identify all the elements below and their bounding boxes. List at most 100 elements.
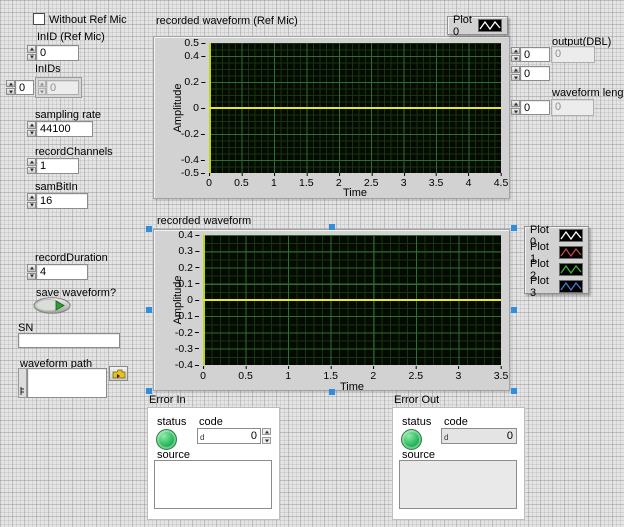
without-ref-mic-checkbox[interactable] <box>33 13 45 25</box>
selection-handle[interactable] <box>329 224 335 230</box>
inids-index-field[interactable]: 0 <box>15 80 34 95</box>
waveform-length-element-field: 0 <box>551 99 594 116</box>
graph2-plot-area[interactable] <box>203 235 501 365</box>
legend-item-label: Plot 3 <box>530 275 553 299</box>
y-axis-tick: 0.4 <box>184 50 205 62</box>
error-in-code-label: code <box>199 416 223 428</box>
error-in-title: Error In <box>149 394 186 406</box>
x-axis-tick: 3 <box>456 370 462 382</box>
error-in-code-field[interactable]: d 0 <box>197 428 261 444</box>
graph1-legend[interactable]: Plot 0 <box>447 16 508 35</box>
record-duration-label: recordDuration <box>35 252 108 264</box>
selection-handle[interactable] <box>329 389 335 395</box>
x-axis-tick: 3.5 <box>494 370 509 382</box>
path-symbol-icon <box>19 386 26 396</box>
y-axis-tick: 0.3 <box>178 245 199 257</box>
waveform-path-field[interactable] <box>27 368 107 398</box>
path-type-strip <box>18 368 27 398</box>
sampling-rate-label: sampling rate <box>35 109 101 121</box>
error-in-source-field[interactable] <box>154 460 272 509</box>
graph1: Amplitude Time 0.50.40.20-0.2-0.4-0.500.… <box>153 36 510 199</box>
inid-spinner[interactable] <box>27 45 36 61</box>
selection-handle[interactable] <box>146 307 152 313</box>
output-dbl-index1-spinner[interactable] <box>511 47 520 62</box>
error-out-cluster: status code d 0 source <box>392 407 525 520</box>
radix-indicator: d <box>200 433 204 442</box>
y-axis-tick: -0.5 <box>181 167 205 179</box>
x-axis-tick: 1 <box>271 177 277 189</box>
waveform-length-index-field[interactable]: 0 <box>520 100 550 115</box>
x-axis-tick: 0.5 <box>238 370 253 382</box>
y-axis-tick: -0.2 <box>181 128 205 140</box>
x-axis-tick: 2.5 <box>364 177 379 189</box>
x-axis-tick: 1.5 <box>323 370 338 382</box>
x-axis-tick: 0.5 <box>234 177 249 189</box>
sampling-rate-spinner[interactable] <box>27 121 36 137</box>
record-channels-spinner[interactable] <box>27 158 36 174</box>
graph2-plot-line <box>203 299 501 301</box>
x-axis-tick: 0 <box>206 177 212 189</box>
error-in-code-spinner[interactable] <box>262 428 271 444</box>
y-axis-tick: 0.1 <box>178 278 199 290</box>
output-dbl-element-field: 0 <box>551 46 595 63</box>
plot-style-icon <box>559 229 583 242</box>
y-axis-tick: 0.4 <box>178 229 199 241</box>
waveform-length-index-spinner[interactable] <box>511 100 520 115</box>
x-axis-tick: 3 <box>401 177 407 189</box>
x-axis-tick: 2 <box>370 370 376 382</box>
record-duration-spinner[interactable] <box>27 264 36 280</box>
plot-style-icon <box>559 280 583 293</box>
x-axis-tick: 4 <box>466 177 472 189</box>
output-dbl-index1-field[interactable]: 0 <box>520 47 550 62</box>
sn-field[interactable] <box>18 333 120 348</box>
error-in-status-led[interactable] <box>156 429 177 450</box>
x-axis-tick: 2 <box>336 177 342 189</box>
sambitin-field[interactable]: 16 <box>36 193 88 209</box>
inid-field[interactable]: 0 <box>36 45 79 61</box>
y-axis-tick: 0 <box>193 102 205 114</box>
inids-index-spinner[interactable] <box>6 80 15 95</box>
legend-item[interactable]: Plot 3 <box>525 278 588 295</box>
graph1-title: recorded waveform (Ref Mic) <box>156 15 298 27</box>
record-channels-field[interactable]: 1 <box>36 158 79 174</box>
plot-style-icon <box>559 263 583 276</box>
browse-path-button[interactable] <box>109 366 128 381</box>
graph2: Amplitude Time 0.40.30.20.10-0.1-0.2-0.3… <box>153 229 510 391</box>
selection-handle[interactable] <box>511 225 517 231</box>
save-waveform-button[interactable] <box>33 297 71 314</box>
x-axis-tick: 3.5 <box>429 177 444 189</box>
error-out-code-label: code <box>444 416 468 428</box>
y-axis-tick: 0.2 <box>178 262 199 274</box>
legend-item[interactable]: Plot 0 <box>448 17 507 34</box>
x-axis-tick: 0 <box>200 370 206 382</box>
y-axis-tick: 0.5 <box>184 37 205 49</box>
x-axis-tick: 1 <box>285 370 291 382</box>
record-duration-field[interactable]: 4 <box>36 264 88 280</box>
error-in-status-label: status <box>157 416 186 428</box>
selection-handle[interactable] <box>511 388 517 394</box>
output-dbl-index2-spinner[interactable] <box>511 66 520 81</box>
graph2-title: recorded waveform <box>157 215 251 227</box>
y-axis-tick: -0.3 <box>175 343 199 355</box>
output-dbl-index2-field[interactable]: 0 <box>520 66 550 81</box>
graph2-legend[interactable]: Plot 0Plot 1Plot 2Plot 3 <box>524 226 589 294</box>
y-axis-tick: -0.2 <box>175 327 199 339</box>
y-axis-tick: 0.2 <box>184 76 205 88</box>
error-out-status-led <box>401 429 422 450</box>
graph1-plot-area[interactable] <box>209 43 501 173</box>
save-waveform-button-icon <box>33 297 71 314</box>
x-axis-tick: 2.5 <box>409 370 424 382</box>
sambitin-spinner[interactable] <box>27 193 36 209</box>
inids-element-field[interactable]: 0 <box>46 80 79 95</box>
error-out-source-field <box>399 460 517 509</box>
without-ref-mic-label: Without Ref Mic <box>49 14 127 26</box>
x-axis-tick: 4.5 <box>494 177 509 189</box>
legend-item-label: Plot 0 <box>453 14 472 38</box>
folder-icon <box>112 369 126 379</box>
y-axis-tick: 0 <box>187 294 199 306</box>
sampling-rate-field[interactable]: 44100 <box>36 121 93 137</box>
inids-element-spinner[interactable] <box>38 80 46 95</box>
selection-handle[interactable] <box>146 226 152 232</box>
selection-handle[interactable] <box>511 307 517 313</box>
y-axis-tick: -0.1 <box>175 310 199 322</box>
